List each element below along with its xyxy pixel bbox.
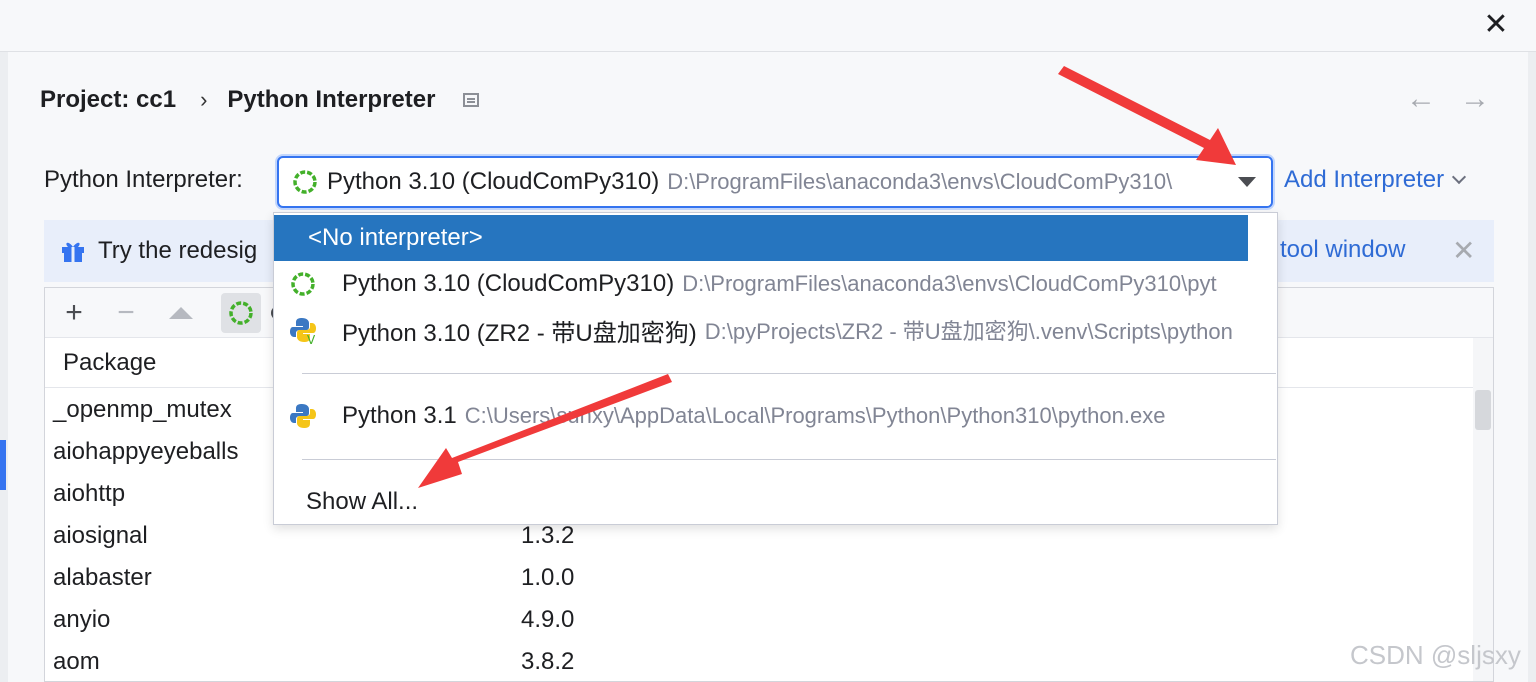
breadcrumb-project[interactable]: Project: cc1	[40, 86, 176, 114]
remove-package-button[interactable]: −	[111, 297, 141, 328]
show-all-label: Show All...	[306, 488, 419, 515]
dropdown-item-cloudcompy310[interactable]: Python 3.10 (CloudComPy310) D:\ProgramFi…	[274, 261, 1277, 307]
package-name: aiosignal	[53, 522, 148, 549]
chevron-down-icon	[1238, 177, 1256, 187]
add-package-button[interactable]: +	[59, 297, 89, 328]
table-row[interactable]: alabaster 1.0.0	[45, 557, 1473, 599]
forward-arrow-icon[interactable]: →	[1460, 82, 1490, 116]
dialog-top-strip	[0, 0, 1536, 52]
history-navigation: ← →	[1406, 82, 1490, 116]
banner-text: Try the redesig	[98, 237, 258, 264]
breadcrumb-separator: ›	[200, 87, 208, 112]
package-name: anyio	[53, 606, 111, 633]
selected-interpreter-name: Python 3.10 (CloudComPy310)	[327, 168, 660, 195]
dropdown-item-path: D:\ProgramFiles\anaconda3\envs\CloudComP…	[682, 271, 1217, 296]
python-venv-icon: V	[290, 318, 316, 345]
gift-icon	[62, 242, 84, 262]
conda-icon	[291, 272, 315, 296]
dropdown-separator	[302, 459, 1276, 460]
conda-icon	[229, 300, 253, 325]
dropdown-item-path: D:\pyProjects\ZR2 - 带U盘加密狗\.venv\Scripts…	[704, 319, 1233, 344]
combobox-arrow[interactable]	[1223, 158, 1271, 206]
sidebar-selection-marker	[0, 440, 6, 490]
dropdown-item-name: Python 3.1	[342, 402, 457, 429]
package-version: 3.8.2	[521, 648, 575, 675]
close-icon[interactable]: ✕	[1478, 8, 1514, 44]
dropdown-item-name: Python 3.10 (ZR2 - 带U盘加密狗)	[342, 319, 697, 347]
svg-text:V: V	[307, 333, 316, 345]
dropdown-item-python31[interactable]: Python 3.1 C:\Users\sunxy\AppData\Local\…	[274, 393, 1277, 439]
dropdown-separator	[302, 373, 1276, 374]
right-edge	[1528, 52, 1536, 682]
interpreter-dropdown-list: <No interpreter> Python 3.10 (CloudComPy…	[273, 212, 1278, 525]
interpreter-combobox[interactable]: Python 3.10 (CloudComPy310) D:\ProgramFi…	[277, 156, 1273, 208]
page-title: Python Interpreter	[227, 86, 436, 113]
add-interpreter-link[interactable]: Add Interpreter	[1284, 166, 1467, 194]
scrollbar-thumb[interactable]	[1475, 390, 1491, 430]
dropdown-item-no-interpreter[interactable]: <No interpreter>	[274, 215, 1248, 261]
dropdown-item-path: C:\Users\sunxy\AppData\Local\Programs\Py…	[464, 403, 1166, 428]
banner-close-icon[interactable]: ✕	[1452, 234, 1475, 267]
table-row[interactable]: aom 3.8.2	[45, 641, 1473, 682]
dropdown-item-show-all[interactable]: Show All...	[274, 479, 1277, 524]
package-name: aom	[53, 648, 100, 675]
left-sidebar-edge	[0, 52, 8, 682]
package-version: 1.3.2	[521, 522, 575, 549]
selected-interpreter-path: D:\ProgramFiles\anaconda3\envs\CloudComP…	[667, 169, 1173, 194]
chevron-down-icon	[1452, 169, 1467, 185]
interpreter-label: Python Interpreter:	[44, 166, 243, 193]
settings-scope-icon	[463, 93, 480, 107]
conda-icon	[293, 170, 317, 194]
package-name: alabaster	[53, 564, 152, 591]
package-version: 1.0.0	[521, 564, 575, 591]
dropdown-item-zr2[interactable]: V Python 3.10 (ZR2 - 带U盘加密狗) D:\pyProjec…	[274, 307, 1277, 353]
banner-link[interactable]: tool window	[1280, 236, 1405, 264]
upgrade-package-icon[interactable]	[169, 306, 193, 319]
package-version: 4.9.0	[521, 606, 575, 633]
table-row[interactable]: anyio 4.9.0	[45, 599, 1473, 641]
breadcrumb: Project: cc1 › Python Interpreter	[40, 84, 480, 116]
add-interpreter-label: Add Interpreter	[1284, 166, 1445, 193]
conda-toggle-button[interactable]	[221, 292, 261, 333]
dropdown-item-name: Python 3.10 (CloudComPy310)	[342, 270, 675, 297]
watermark: CSDN @sljsxy	[1350, 640, 1521, 670]
table-scrollbar[interactable]	[1473, 338, 1493, 681]
dropdown-item-label: <No interpreter>	[308, 224, 483, 251]
annotation-arrow	[1058, 66, 1236, 165]
python-icon	[290, 404, 316, 428]
back-arrow-icon[interactable]: ←	[1406, 82, 1436, 116]
